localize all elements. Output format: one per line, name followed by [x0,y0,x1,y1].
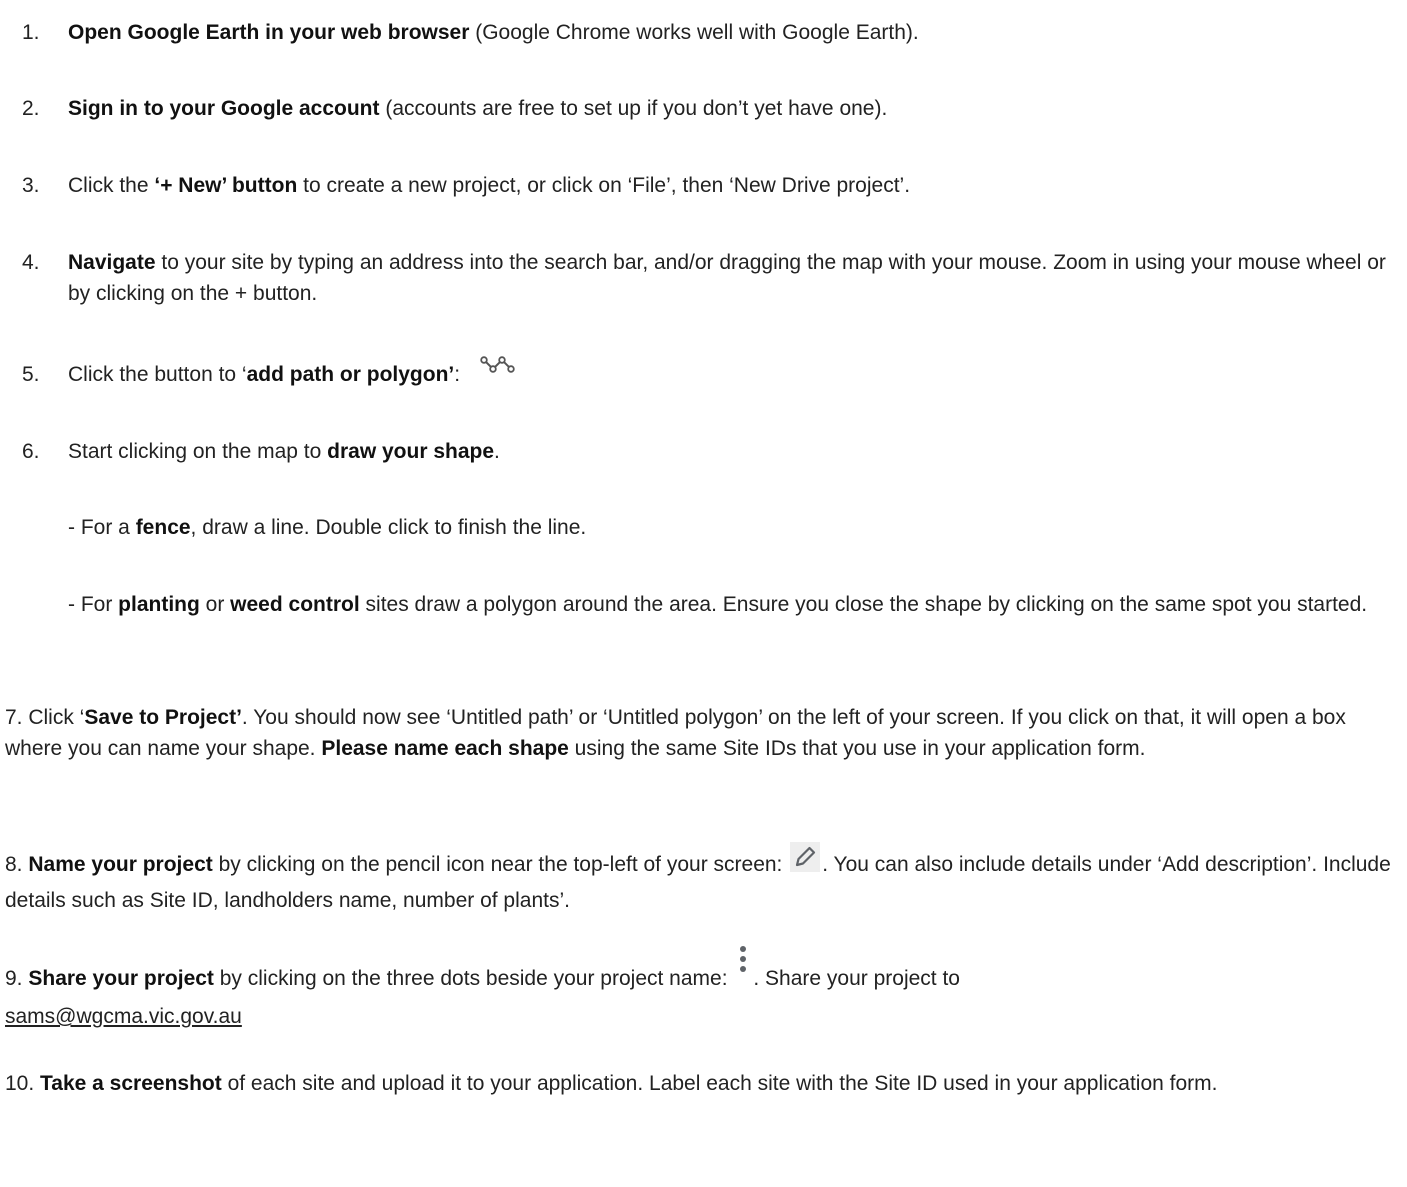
path-polygon-icon [480,352,516,383]
pencil-icon [790,842,821,881]
step-emphasis: Sign in to your Google account [68,97,380,120]
step-number: 3. [22,174,40,197]
step-number: 6. [22,440,40,463]
three-dots-icon [737,944,749,987]
step-7: 7. Click ‘Save to Project’. You should n… [5,706,1346,760]
step-emphasis: draw your shape [327,440,495,463]
step-number: 1. [22,21,40,44]
step-9: 9. Share your project by clicking on the… [5,946,1401,1032]
sub-point-planting: - For planting or weed control sites dra… [68,593,1368,616]
step-number: 5. [22,363,40,386]
step-emphasis: Navigate [68,251,156,274]
step-emphasis: Open Google Earth in your web browser [68,21,470,44]
step-8: 8. Name your project by clicking on the … [5,842,1405,916]
step-number: 2. [22,97,40,120]
email-link[interactable]: sams@wgcma.vic.gov.au [5,1005,242,1028]
step-emphasis: ‘+ New’ button [154,174,298,197]
step-number: 4. [22,251,40,274]
step-emphasis: add path or polygon’ [246,363,455,386]
sub-point-fence: - For a fence, draw a line. Double click… [68,516,587,539]
step-10: 10. Take a screenshot of each site and u… [5,1072,1218,1095]
